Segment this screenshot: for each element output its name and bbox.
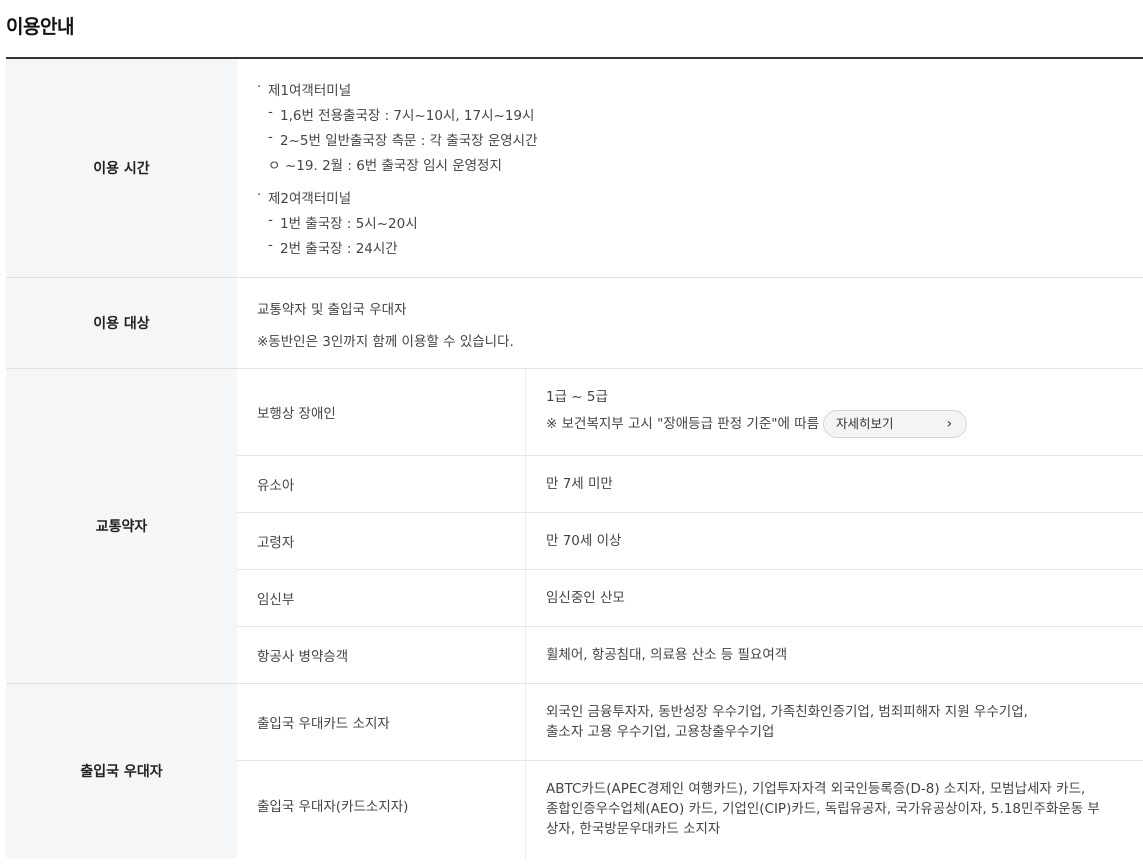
sub-row: 출입국 우대자(카드소지자) ABTC카드(APEC경제인 여행카드), 기업투… — [237, 761, 1143, 861]
detail-button-label: 자세히보기 — [836, 415, 894, 431]
sub-row: 항공사 병약승객 휠체어, 항공침대, 의료용 산소 등 필요여객 — [237, 627, 1143, 683]
sub-value: 외국인 금융투자자, 동반성장 우수기업, 가족친화인증기업, 범죄피해자 지원… — [546, 684, 1123, 760]
page-title: 이용안내 — [6, 16, 74, 38]
terminal1-line: 2~5번 일반출국장 측문 : 각 출국장 운영시간 — [280, 133, 538, 149]
row-header-label: 출입국 우대자 — [80, 764, 163, 780]
sub-value: 만 70세 이상 — [546, 513, 1123, 569]
row-target: 이용 대상 교통약자 및 출입국 우대자 ※동반인은 3인까지 함께 이용할 수… — [6, 278, 1143, 369]
bullet-icon: · — [257, 187, 262, 203]
value-text: 임신중인 산모 — [546, 590, 625, 606]
circle-icon: ㅇ — [268, 158, 281, 174]
column-divider — [525, 456, 526, 512]
sub-row: 고령자 만 70세 이상 — [237, 513, 1143, 570]
value-text: 상자, 한국방문우대카드 소지자 — [546, 821, 721, 837]
row-header: 출입국 우대자 — [6, 684, 237, 858]
sub-key: 항공사 병약승객 — [257, 649, 349, 665]
row-vip: 출입국 우대자 출입국 우대카드 소지자 외국인 금융투자자, 동반성장 우수기… — [6, 684, 1143, 864]
row-mobility: 교통약자 보행상 장애인 1급 ~ 5급 ※ 보건복지부 고시 "장애등급 판정… — [6, 369, 1143, 684]
column-divider — [525, 684, 526, 760]
chevron-right-icon: › — [946, 415, 953, 432]
column-divider — [525, 627, 526, 683]
usage-guide-page: 이용안내 이용 시간 · 제1여객터미널 - 1,6번 전용출국장 : 7시~1… — [0, 0, 1143, 861]
dash-icon: - — [268, 104, 273, 120]
sub-row: 유소아 만 7세 미만 — [237, 456, 1143, 513]
sub-value: 임신중인 산모 — [546, 570, 1123, 626]
value-text: 출소자 고용 우수기업, 고용창출우수기업 — [546, 724, 775, 740]
value-note: ※ 보건복지부 고시 "장애등급 판정 기준"에 따름 — [546, 415, 820, 432]
value-text: 만 7세 미만 — [546, 476, 613, 492]
row-header: 이용 시간 — [6, 59, 237, 277]
sub-key: 출입국 우대자(카드소지자) — [257, 799, 409, 815]
detail-button[interactable]: 자세히보기 › — [823, 409, 968, 438]
sub-key: 임신부 — [257, 592, 295, 608]
sub-value: 휠체어, 항공침대, 의료용 산소 등 필요여객 — [546, 627, 1123, 683]
row-header: 이용 대상 — [6, 278, 237, 368]
sub-key: 고령자 — [257, 535, 295, 551]
row-hours: 이용 시간 · 제1여객터미널 - 1,6번 전용출국장 : 7시~10시, 1… — [6, 59, 1143, 278]
column-divider — [525, 761, 526, 861]
value-text: 휠체어, 항공침대, 의료용 산소 등 필요여객 — [546, 647, 788, 663]
value-text: 만 70세 이상 — [546, 533, 622, 549]
sub-key: 유소아 — [257, 478, 295, 494]
terminal2-title: 제2여객터미널 — [268, 191, 352, 207]
sub-key: 보행상 장애인 — [257, 406, 336, 422]
dash-icon: - — [268, 212, 273, 228]
hours-content: · 제1여객터미널 - 1,6번 전용출국장 : 7시~10시, 17시~19시… — [257, 59, 1143, 277]
terminal2-line: 2번 출국장 : 24시간 — [280, 241, 398, 257]
target-note: ※동반인은 3인까지 함께 이용할 수 있습니다. — [257, 334, 514, 350]
sub-row: 임신부 임신중인 산모 — [237, 570, 1143, 627]
sub-value: ABTC카드(APEC경제인 여행카드), 기업투자자격 외국인등록증(D-8)… — [546, 761, 1143, 861]
terminal2-line: 1번 출국장 : 5시~20시 — [280, 216, 418, 232]
target-content: 교통약자 및 출입국 우대자 ※동반인은 3인까지 함께 이용할 수 있습니다. — [257, 278, 1143, 368]
value-text: 외국인 금융투자자, 동반성장 우수기업, 가족친화인증기업, 범죄피해자 지원… — [546, 704, 1028, 720]
target-line: 교통약자 및 출입국 우대자 — [257, 302, 407, 318]
terminal1-title: 제1여객터미널 — [268, 83, 352, 99]
sub-row: 보행상 장애인 1급 ~ 5급 ※ 보건복지부 고시 "장애등급 판정 기준"에… — [237, 369, 1143, 456]
row-header: 교통약자 — [6, 369, 237, 683]
column-divider — [525, 513, 526, 569]
sub-value: 1급 ~ 5급 ※ 보건복지부 고시 "장애등급 판정 기준"에 따름 자세히보기… — [546, 369, 1123, 455]
value-text: 종합인증우수업체(AEO) 카드, 기업인(CIP)카드, 독립유공자, 국가유… — [546, 801, 1100, 817]
bullet-icon: · — [257, 79, 262, 95]
dash-icon: - — [268, 129, 273, 145]
value-text: ABTC카드(APEC경제인 여행카드), 기업투자자격 외국인등록증(D-8)… — [546, 781, 1086, 797]
value-note-line: ※ 보건복지부 고시 "장애등급 판정 기준"에 따름 자세히보기 › — [546, 409, 1123, 438]
dash-icon: - — [268, 237, 273, 253]
column-divider — [525, 369, 526, 455]
terminal1-note: ~19. 2월 : 6번 출국장 임시 운영정지 — [285, 158, 502, 174]
terminal1-line: 1,6번 전용출국장 : 7시~10시, 17시~19시 — [280, 108, 535, 124]
sub-value: 만 7세 미만 — [546, 456, 1123, 512]
column-divider — [525, 570, 526, 626]
value-text: 1급 ~ 5급 — [546, 388, 608, 405]
